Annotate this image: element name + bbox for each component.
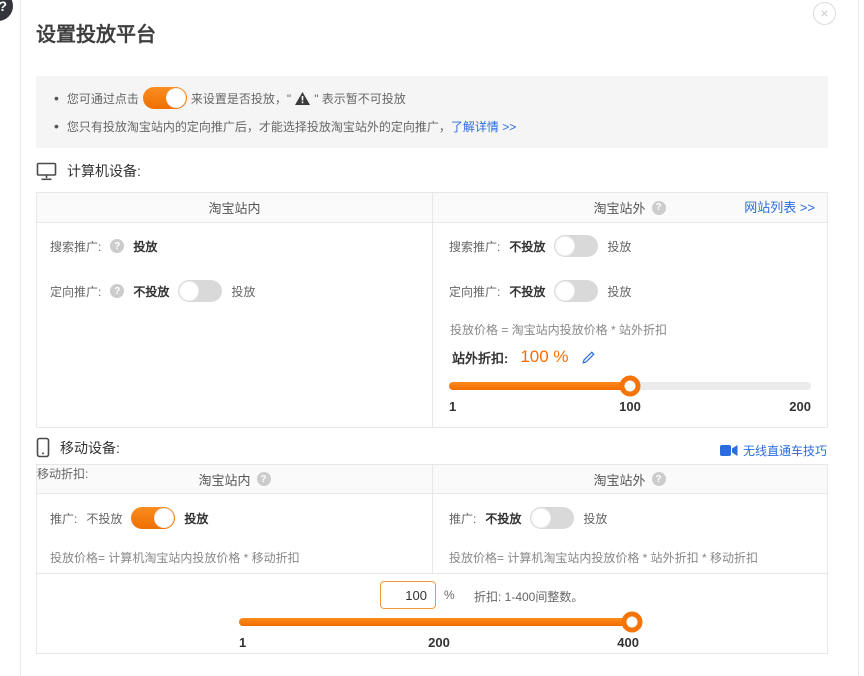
wireless-tips-link[interactable]: 无线直通车技巧 [720, 442, 827, 459]
monitor-icon [36, 162, 57, 181]
notice-box: • 您可通过点击 来设置是否投放，" " 表示暂不可投放 • 您只有投放淘宝站内… [36, 76, 828, 148]
computer-section-title: 计算机设备: [67, 161, 141, 181]
notice-text: 您可通过点击 [67, 90, 139, 107]
example-toggle[interactable] [143, 87, 187, 109]
computer-offsite-header: 淘宝站外 ? 网站列表 >> [432, 193, 827, 222]
offsite-price-formula: 投放价格 = 淘宝站内投放价格 * 站外折扣 [450, 321, 667, 338]
computer-onsite-header-label: 淘宝站内 [208, 198, 260, 217]
dialog-left-edge [20, 0, 21, 676]
column-divider [432, 193, 433, 427]
offsite-discount-value: 100 % [520, 347, 568, 367]
set-platform-dialog: ? × 设置投放平台 • 您可通过点击 来设置是否投放，" " 表示暂不可投放 … [0, 0, 864, 676]
mobile-discount-input[interactable] [380, 581, 436, 609]
tick-mid: 100 [619, 399, 641, 414]
learn-more-link[interactable]: 了解详情 >> [451, 118, 516, 135]
computer-table: 淘宝站内 淘宝站外 ? 网站列表 >> 搜索推广: ? 投放 定向推广: ? 不… [36, 192, 828, 428]
wireless-tips-label: 无线直通车技巧 [743, 442, 827, 459]
computer-offsite-target-row: 定向推广: 不投放 投放 [449, 278, 631, 304]
search-promo-label: 搜索推广: [50, 238, 101, 255]
question-icon[interactable]: ? [110, 239, 124, 253]
target-on-label: 投放 [231, 283, 255, 300]
computer-offsite-target-toggle[interactable] [554, 280, 598, 302]
computer-section-header: 计算机设备: [36, 161, 141, 181]
slider-handle[interactable] [622, 612, 643, 633]
computer-offsite-search-toggle[interactable] [554, 235, 598, 257]
slider-fill [449, 382, 630, 390]
bullet-icon: • [54, 118, 59, 134]
mobile-discount-hint: 折扣: 1-400间整数。 [474, 588, 583, 605]
target-on-label: 投放 [607, 283, 631, 300]
slider-fill [239, 618, 639, 626]
search-on-label: 投放 [607, 238, 631, 255]
offsite-discount-row: 站外折扣: 100 % [452, 343, 596, 371]
target-off-label: 不投放 [509, 283, 545, 300]
close-icon[interactable]: × [813, 2, 836, 25]
toggle-knob [166, 88, 186, 108]
computer-offsite-header-label: 淘宝站外 [593, 198, 645, 217]
question-icon[interactable]: ? [110, 284, 124, 298]
target-promo-label: 定向推广: [449, 283, 500, 300]
notice-text: " 表示暂不可投放 [314, 90, 406, 107]
phone-icon [36, 437, 50, 458]
search-off-label: 不投放 [509, 238, 545, 255]
mobile-discount-slider[interactable] [239, 618, 639, 626]
computer-onsite-target-toggle[interactable] [178, 280, 222, 302]
warning-icon [295, 92, 310, 105]
search-promo-label: 搜索推广: [449, 238, 500, 255]
tick-max: 400 [617, 635, 639, 650]
computer-onsite-header: 淘宝站内 [37, 193, 432, 222]
toggle-knob [555, 281, 575, 301]
computer-onsite-target-row: 定向推广: ? 不投放 投放 [50, 278, 255, 304]
offsite-discount-slider[interactable] [449, 382, 811, 390]
mobile-section-header: 移动设备: [36, 437, 120, 458]
toggle-knob [555, 236, 575, 256]
video-icon [720, 444, 738, 457]
help-bubble-icon[interactable]: ? [0, 0, 13, 21]
mobile-discount-content: 移动折扣: % 折扣: 1-400间整数。 1 200 400 [37, 465, 827, 653]
mobile-slider-ticks: 1 200 400 [239, 635, 639, 651]
tick-mid: 200 [428, 635, 450, 650]
target-off-label: 不投放 [133, 283, 169, 300]
search-promo-status: 投放 [133, 238, 157, 255]
notice-text: 来设置是否投放，" [191, 90, 291, 107]
percent-sign: % [444, 588, 455, 602]
target-promo-label: 定向推广: [50, 283, 101, 300]
edit-icon[interactable] [581, 350, 596, 365]
slider-handle[interactable] [620, 376, 641, 397]
tick-max: 200 [789, 399, 811, 414]
toggle-knob [179, 281, 199, 301]
offsite-slider-ticks: 1 100 200 [449, 399, 811, 415]
question-icon[interactable]: ? [652, 201, 666, 215]
mobile-section-title: 移动设备: [60, 438, 120, 458]
page-title: 设置投放平台 [36, 18, 156, 47]
bullet-icon: • [54, 90, 59, 106]
mobile-table: 淘宝站内 ? 淘宝站外 ? 推广: 不投放 投放 投放价格= 计算机淘宝站内投放… [36, 464, 828, 654]
mobile-discount-label: 移动折扣: [37, 467, 88, 481]
offsite-discount-label: 站外折扣: [452, 348, 508, 367]
tick-min: 1 [239, 635, 246, 650]
notice-line-2: • 您只有投放淘宝站内的定向推广后，才能选择投放淘宝站外的定向推广， 了解详情 … [50, 112, 814, 140]
dialog-right-edge [858, 0, 859, 676]
notice-text: 您只有投放淘宝站内的定向推广后，才能选择投放淘宝站外的定向推广， [67, 118, 451, 135]
computer-offsite-search-row: 搜索推广: 不投放 投放 [449, 233, 631, 259]
tick-min: 1 [449, 399, 456, 414]
notice-line-1: • 您可通过点击 来设置是否投放，" " 表示暂不可投放 [50, 84, 814, 112]
computer-onsite-search-row: 搜索推广: ? 投放 [50, 233, 157, 259]
site-list-link[interactable]: 网站列表 >> [744, 193, 815, 222]
